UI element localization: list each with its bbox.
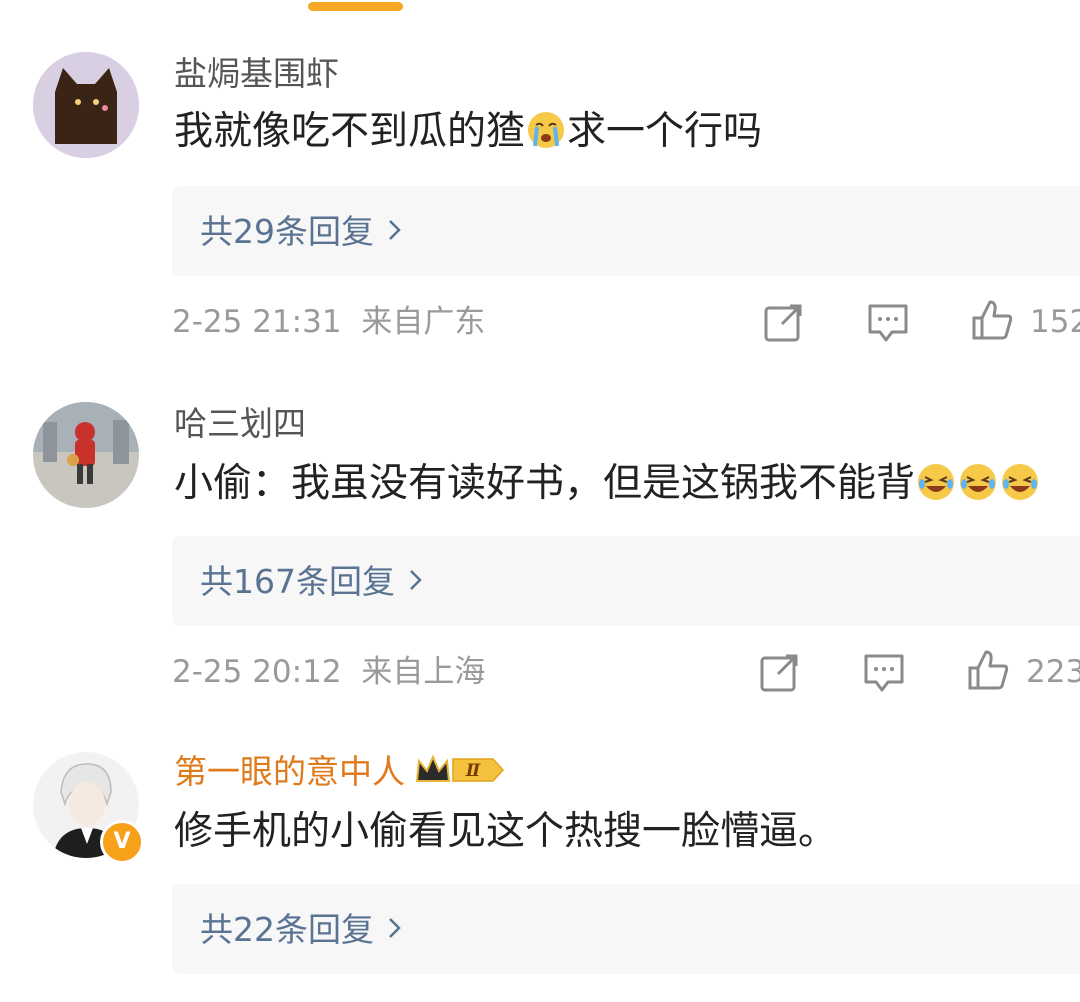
like-count: 152 xyxy=(1030,304,1080,340)
view-replies-link[interactable]: 共22条回复 xyxy=(200,906,402,952)
comment-username[interactable]: 第一眼的意中人 Ⅱ xyxy=(174,752,507,796)
verified-icon: V xyxy=(100,820,144,864)
like-icon[interactable] xyxy=(966,648,1010,692)
replies-count-label: 共29条回复 xyxy=(200,212,374,251)
share-icon[interactable] xyxy=(758,650,802,694)
comment-timestamp: 2-25 20:12 xyxy=(172,654,342,690)
like-icon[interactable] xyxy=(970,298,1014,342)
like-count: 223 xyxy=(1026,654,1080,690)
comment-icon[interactable] xyxy=(866,300,910,344)
avatar[interactable] xyxy=(33,52,139,158)
view-replies-link[interactable]: 共167条回复 xyxy=(200,558,423,604)
comment-username[interactable]: 哈三划四 xyxy=(174,404,306,444)
comment-text-before: 我就像吃不到瓜的猹 xyxy=(174,109,526,154)
comment-username[interactable]: 盐焗基围虾 xyxy=(174,54,339,94)
comment-meta: 2-25 21:31 来自广东 xyxy=(172,302,485,342)
laughing-crying-emoji-icon xyxy=(1000,462,1040,514)
laughing-crying-emoji-icon xyxy=(916,462,956,514)
laughing-crying-emoji-icon xyxy=(958,462,998,514)
share-icon[interactable] xyxy=(762,300,806,344)
comment-meta: 2-25 20:12 来自上海 xyxy=(172,652,485,692)
replies-count-label: 共167条回复 xyxy=(200,562,395,601)
crown-icon: Ⅱ xyxy=(415,753,507,796)
chevron-right-icon xyxy=(409,558,423,602)
comment-text: 小偷：我虽没有读好书，但是这锅我不能背 xyxy=(174,460,1041,514)
crying-emoji-icon xyxy=(526,110,566,162)
chevron-right-icon xyxy=(388,906,402,950)
avatar[interactable] xyxy=(33,402,139,508)
comment-text-before: 小偷：我虽没有读好书，但是这锅我不能背 xyxy=(174,461,916,506)
comment-icon[interactable] xyxy=(862,650,906,694)
replies-box[interactable]: 共22条回复 xyxy=(172,884,1080,974)
comment-list-page: 盐焗基围虾 我就像吃不到瓜的猹 求一个行吗 共29条回复 2-25 21:31 来… xyxy=(0,0,1080,1002)
comment-text: 修手机的小偷看见这个热搜一脸懵逼。 xyxy=(174,809,838,854)
crown-badge-level: Ⅱ xyxy=(465,761,481,781)
comment-location: 来自广东 xyxy=(361,304,486,340)
comment-text-after: 求一个行吗 xyxy=(567,109,763,154)
comment-timestamp: 2-25 21:31 xyxy=(172,304,342,340)
active-tab-indicator xyxy=(308,2,403,11)
comment-text: 我就像吃不到瓜的猹 求一个行吗 xyxy=(174,108,762,162)
comment-username-text: 第一眼的意中人 xyxy=(174,752,405,791)
replies-count-label: 共22条回复 xyxy=(200,910,374,949)
comment-location: 来自上海 xyxy=(361,654,486,690)
replies-box[interactable]: 共29条回复 xyxy=(172,186,1080,276)
chevron-right-icon xyxy=(388,208,402,252)
view-replies-link[interactable]: 共29条回复 xyxy=(200,208,402,254)
replies-box[interactable]: 共167条回复 xyxy=(172,536,1080,626)
